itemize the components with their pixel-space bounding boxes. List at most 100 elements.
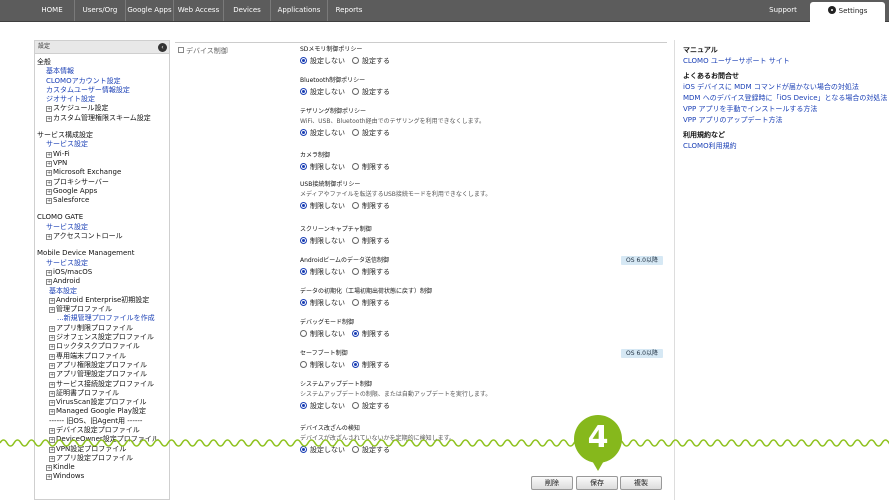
- sidebar-item[interactable]: + VirusScan設定プロファイル: [37, 398, 169, 407]
- nav-devices[interactable]: Devices: [224, 0, 271, 21]
- nav-users-org[interactable]: Users/Org: [75, 0, 126, 21]
- sidebar-item[interactable]: + アプリ制限プロファイル: [37, 324, 169, 333]
- expand-icon[interactable]: +: [49, 297, 55, 304]
- sidebar-item[interactable]: Mobile Device Management: [37, 249, 169, 258]
- policy-option[interactable]: 制限する: [352, 236, 390, 246]
- nav-reports[interactable]: Reports: [328, 0, 370, 21]
- sidebar-item[interactable]: + 専用端末プロファイル: [37, 352, 169, 361]
- collapse-sidebar-icon[interactable]: ‹: [158, 43, 167, 52]
- sidebar-item[interactable]: + Kindle: [37, 463, 169, 472]
- expand-icon[interactable]: +: [46, 106, 52, 113]
- radio-selected-icon[interactable]: [300, 163, 307, 170]
- expand-icon[interactable]: +: [49, 362, 55, 369]
- expand-icon[interactable]: +: [49, 455, 55, 462]
- radio-selected-icon[interactable]: [300, 129, 307, 136]
- policy-option[interactable]: 制限しない: [300, 267, 345, 277]
- policy-option[interactable]: 制限する: [352, 360, 390, 370]
- radio-unselected-icon[interactable]: [300, 330, 307, 337]
- sidebar-item[interactable]: + サービス接続設定プロファイル: [37, 380, 169, 389]
- radio-unselected-icon[interactable]: [352, 163, 359, 170]
- expand-icon[interactable]: +: [49, 390, 55, 397]
- expand-icon[interactable]: +: [46, 279, 52, 286]
- policy-option[interactable]: 設定しない: [300, 401, 345, 411]
- policy-option[interactable]: 制限しない: [300, 162, 345, 172]
- expand-icon[interactable]: +: [46, 115, 52, 122]
- radio-unselected-icon[interactable]: [352, 299, 359, 306]
- expand-icon[interactable]: +: [49, 335, 55, 342]
- policy-option[interactable]: 設定する: [352, 401, 390, 411]
- policy-option[interactable]: 制限する: [352, 298, 390, 308]
- sidebar-item[interactable]: + スケジュール設定: [37, 104, 169, 113]
- policy-option[interactable]: 制限しない: [300, 329, 345, 339]
- policy-option[interactable]: 制限しない: [300, 236, 345, 246]
- radio-unselected-icon[interactable]: [352, 88, 359, 95]
- sidebar-link[interactable]: カスタムユーザー情報設定: [37, 86, 169, 95]
- policy-option[interactable]: 制限しない: [300, 360, 345, 370]
- policy-option[interactable]: 制限する: [352, 329, 390, 339]
- manual-link[interactable]: CLOMO ユーザーサポート サイト: [683, 57, 889, 66]
- sidebar-link[interactable]: CLOMOアカウント設定: [37, 77, 169, 86]
- sidebar-item[interactable]: + VPN: [37, 159, 169, 168]
- radio-unselected-icon[interactable]: [352, 202, 359, 209]
- sidebar-item[interactable]: + アプリ権限設定プロファイル: [37, 361, 169, 370]
- sidebar-item[interactable]: ------ 旧OS、旧Agent用 ------: [37, 417, 169, 426]
- radio-selected-icon[interactable]: [352, 361, 359, 368]
- nav-google-apps[interactable]: Google Apps: [126, 0, 174, 21]
- sidebar-item[interactable]: + ロックタスクプロファイル: [37, 342, 169, 351]
- sidebar-item[interactable]: + Wi-Fi: [37, 150, 169, 159]
- delete-button[interactable]: 削除: [531, 476, 573, 490]
- radio-selected-icon[interactable]: [300, 299, 307, 306]
- sidebar-item[interactable]: + Microsoft Exchange: [37, 168, 169, 177]
- expand-icon[interactable]: +: [46, 198, 52, 205]
- policy-option[interactable]: 制限しない: [300, 298, 345, 308]
- sidebar-item[interactable]: + Managed Google Play設定: [37, 407, 169, 416]
- policy-option[interactable]: 制限する: [352, 267, 390, 277]
- sidebar-link[interactable]: サービス設定: [37, 223, 169, 232]
- policy-option[interactable]: 制限する: [352, 201, 390, 211]
- radio-selected-icon[interactable]: [300, 237, 307, 244]
- expand-icon[interactable]: +: [46, 170, 52, 177]
- sidebar-item[interactable]: + アプリ設定プロファイル: [37, 454, 169, 463]
- sidebar-item[interactable]: + ジオフェンス設定プロファイル: [37, 333, 169, 342]
- expand-icon[interactable]: +: [49, 344, 55, 351]
- sidebar-item[interactable]: + アプリ管理設定プロファイル: [37, 370, 169, 379]
- sidebar-item[interactable]: + Android: [37, 277, 169, 286]
- expand-icon[interactable]: +: [49, 409, 55, 416]
- policy-option[interactable]: 設定する: [352, 128, 390, 138]
- policy-option[interactable]: 設定する: [352, 56, 390, 66]
- sidebar-item[interactable]: 全般: [37, 58, 169, 67]
- expand-icon[interactable]: +: [49, 307, 55, 314]
- nav-settings-tab[interactable]: Settings: [810, 2, 885, 22]
- sidebar-item[interactable]: + カスタム管理権限スキーム設定: [37, 114, 169, 123]
- radio-unselected-icon[interactable]: [352, 402, 359, 409]
- radio-selected-icon[interactable]: [300, 402, 307, 409]
- faq-link[interactable]: iOS デバイスに MDM コマンドが届かない場合の対処法: [683, 83, 889, 92]
- sidebar-item[interactable]: + Google Apps: [37, 187, 169, 196]
- radio-unselected-icon[interactable]: [300, 361, 307, 368]
- policy-option[interactable]: 設定しない: [300, 128, 345, 138]
- faq-link[interactable]: VPP アプリを手動でインストールする方法: [683, 105, 889, 114]
- faq-link[interactable]: VPP アプリのアップデート方法: [683, 116, 889, 125]
- radio-selected-icon[interactable]: [300, 202, 307, 209]
- nav-web-access[interactable]: Web Access: [174, 0, 224, 21]
- sidebar-item[interactable]: + アクセスコントロール: [37, 232, 169, 241]
- faq-link[interactable]: MDM へのデバイス登録時に「iOS Device」となる場合の対処法: [683, 94, 889, 103]
- sidebar-item[interactable]: + Windows: [37, 472, 169, 481]
- sidebar-item[interactable]: サービス構成設定: [37, 131, 169, 140]
- expand-icon[interactable]: +: [46, 151, 52, 158]
- sidebar-link[interactable]: サービス設定: [37, 140, 169, 149]
- policy-option[interactable]: 設定しない: [300, 87, 345, 97]
- expand-icon[interactable]: +: [49, 427, 55, 434]
- expand-icon[interactable]: +: [49, 372, 55, 379]
- radio-unselected-icon[interactable]: [352, 268, 359, 275]
- radio-selected-icon[interactable]: [300, 88, 307, 95]
- sidebar-item[interactable]: + プロキシサーバー: [37, 178, 169, 187]
- expand-icon[interactable]: +: [49, 325, 55, 332]
- expand-icon[interactable]: +: [49, 400, 55, 407]
- sidebar-link[interactable]: サービス設定: [37, 259, 169, 268]
- radio-selected-icon[interactable]: [300, 57, 307, 64]
- sidebar-link[interactable]: 基本情報: [37, 67, 169, 76]
- sidebar-item[interactable]: + 証明書プロファイル: [37, 389, 169, 398]
- sidebar-item[interactable]: CLOMO GATE: [37, 213, 169, 222]
- terms-link[interactable]: CLOMO利用規約: [683, 142, 889, 151]
